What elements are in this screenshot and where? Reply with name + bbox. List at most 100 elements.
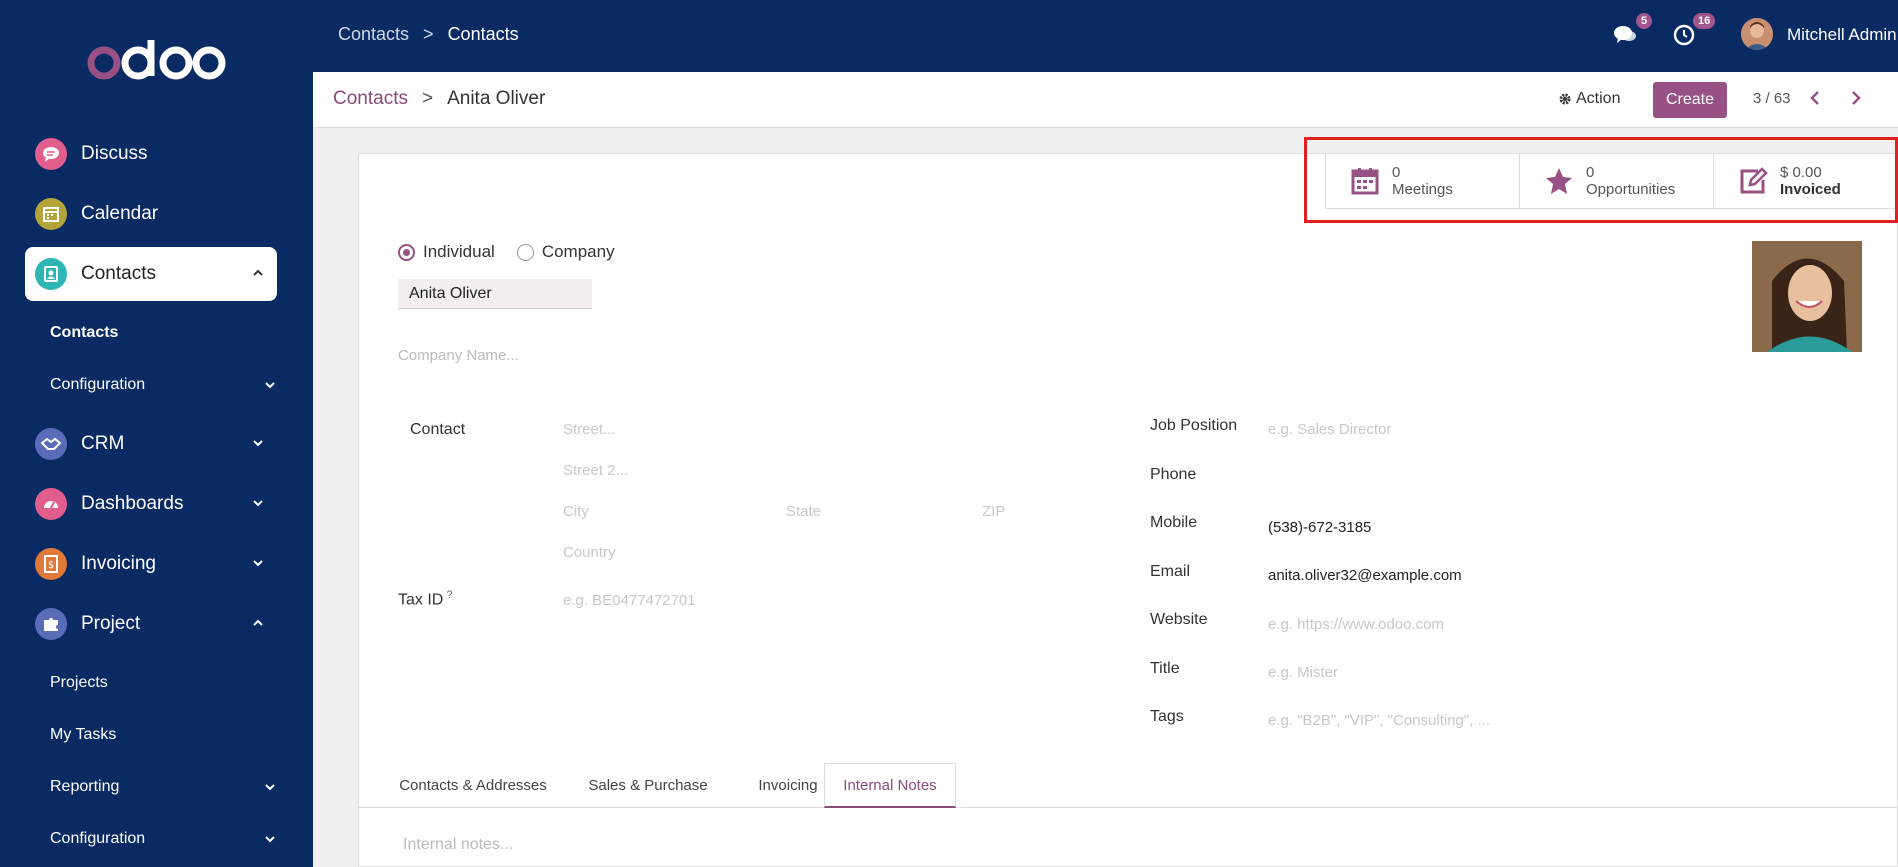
tab-internal-notes[interactable]: Internal Notes	[824, 763, 956, 808]
svg-text:$: $	[48, 560, 54, 571]
chevron-down-icon	[265, 382, 275, 389]
nav-label: Project	[81, 613, 141, 634]
tax-id-label: Tax ID?	[398, 589, 453, 609]
breadcrumb-separator: >	[421, 88, 434, 109]
street2-field[interactable]: Street 2...	[563, 462, 628, 479]
radio-individual[interactable]: Individual	[398, 242, 495, 262]
sub-my-tasks[interactable]: My Tasks	[50, 720, 277, 750]
tags-label: Tags	[1150, 708, 1184, 725]
previous-record-icon[interactable]	[1806, 88, 1826, 108]
internal-notes-field[interactable]: Internal notes...	[403, 836, 513, 854]
action-button[interactable]: Action	[1558, 90, 1620, 108]
calendar-icon	[35, 198, 67, 230]
title-field[interactable]: e.g. Mister	[1268, 664, 1338, 681]
meetings-count: 0	[1392, 164, 1401, 181]
top-breadcrumb-current[interactable]: Contacts	[448, 24, 519, 45]
puzzle-icon	[35, 608, 67, 640]
notebook-tabs: Contacts & Addresses Sales & Purchase In…	[358, 763, 1898, 808]
control-panel: Contacts > Anita Oliver Action Create 3 …	[313, 72, 1898, 128]
chevron-down-icon	[265, 836, 275, 843]
user-avatar[interactable]	[1741, 18, 1773, 50]
meetings-label: Meetings	[1392, 181, 1453, 198]
contact-photo[interactable]	[1752, 241, 1862, 352]
chevron-down-icon	[253, 560, 263, 567]
mobile-label: Mobile	[1150, 514, 1198, 531]
state-field[interactable]: State	[786, 503, 821, 520]
chevron-down-icon	[265, 784, 275, 791]
activities-badge: 16	[1693, 13, 1716, 29]
street-field[interactable]: Street...	[563, 421, 616, 438]
breadcrumb: Contacts > Anita Oliver	[333, 88, 545, 110]
nav-dashboards[interactable]: Dashboards	[25, 477, 277, 531]
invoiced-amount: $ 0.00	[1780, 164, 1822, 181]
country-field[interactable]: Country	[563, 544, 616, 561]
odoo-logo[interactable]	[86, 38, 226, 88]
opportunities-smart-button[interactable]: 0 Opportunities	[1519, 154, 1713, 209]
job-position-field[interactable]: e.g. Sales Director	[1268, 421, 1391, 438]
company-name-field[interactable]: Company Name...	[398, 347, 519, 364]
name-field[interactable]	[398, 279, 592, 309]
contacts-icon	[35, 258, 67, 290]
next-record-icon[interactable]	[1845, 88, 1865, 108]
pager-value[interactable]: 3 / 63	[1753, 90, 1791, 107]
opportunities-label: Opportunities	[1586, 181, 1676, 198]
tab-contacts-addresses[interactable]: Contacts & Addresses	[398, 763, 548, 808]
messages-icon[interactable]	[1612, 22, 1638, 48]
email-label: Email	[1150, 563, 1191, 580]
nav-label: Dashboards	[81, 493, 184, 514]
nav-calendar[interactable]: Calendar	[25, 187, 277, 241]
radio-individual-label: Individual	[423, 242, 495, 261]
opportunities-count: 0	[1586, 164, 1595, 181]
user-name[interactable]: Mitchell Admin	[1787, 25, 1897, 45]
nav-discuss[interactable]: Discuss	[25, 127, 277, 181]
nav-label: Invoicing	[81, 553, 156, 574]
chevron-up-icon	[253, 269, 263, 276]
tax-id-field[interactable]: e.g. BE0477472701	[563, 592, 696, 609]
contact-address-label: Contact	[410, 421, 466, 438]
activity-clock-icon[interactable]	[1671, 22, 1697, 48]
top-breadcrumb-separator: >	[423, 24, 434, 44]
job-position-label: Job Position	[1150, 417, 1238, 434]
action-label: Action	[1576, 90, 1621, 107]
radio-company[interactable]: Company	[516, 242, 615, 262]
breadcrumb-contacts-link[interactable]: Contacts	[333, 88, 408, 110]
nav-project[interactable]: Project	[25, 597, 277, 651]
nav-label: Contacts	[81, 263, 156, 284]
sub-reporting[interactable]: Reporting	[50, 772, 277, 802]
sub-contacts-configuration[interactable]: Configuration	[50, 370, 277, 400]
top-navbar: Contacts > Contacts 5 16 Mitchell Admin	[313, 0, 1898, 72]
tags-field[interactable]: e.g. "B2B", "VIP", "Consulting", ...	[1268, 712, 1490, 729]
radio-company-label: Company	[541, 242, 615, 261]
website-field[interactable]: e.g. https://www.odoo.com	[1268, 616, 1444, 633]
chevron-up-icon	[253, 619, 263, 626]
company-type-radio: Individual Company	[398, 242, 615, 262]
website-label: Website	[1150, 611, 1208, 628]
phone-label: Phone	[1150, 466, 1197, 483]
nav-crm[interactable]: CRM	[25, 417, 277, 471]
nav-invoicing[interactable]: $ Invoicing	[25, 537, 277, 591]
title-label: Title	[1150, 660, 1180, 677]
help-icon[interactable]: ?	[446, 589, 452, 601]
tab-invoicing[interactable]: Invoicing	[738, 763, 838, 808]
zip-field[interactable]: ZIP	[982, 503, 1005, 520]
invoice-icon: $	[35, 548, 67, 580]
calendar-icon	[1351, 168, 1379, 195]
sub-project-configuration[interactable]: Configuration	[50, 824, 277, 854]
invoiced-smart-button[interactable]: $ 0.00 Invoiced	[1713, 154, 1898, 209]
create-button[interactable]: Create	[1653, 82, 1727, 118]
page-title: Anita Oliver	[447, 88, 546, 109]
tab-sales-purchase[interactable]: Sales & Purchase	[588, 763, 708, 808]
meetings-smart-button[interactable]: 0 Meetings	[1325, 154, 1519, 209]
mobile-field[interactable]: (538)-672-3185	[1268, 519, 1371, 536]
nav-label: Calendar	[81, 203, 159, 224]
sub-projects[interactable]: Projects	[50, 668, 277, 698]
sub-contacts[interactable]: Contacts	[50, 318, 277, 348]
discuss-icon	[35, 138, 67, 170]
chevron-down-icon	[253, 440, 263, 447]
nav-contacts[interactable]: Contacts	[25, 247, 277, 301]
email-field[interactable]: anita.oliver32@example.com	[1268, 567, 1462, 584]
city-field[interactable]: City	[563, 503, 589, 520]
top-breadcrumb-root[interactable]: Contacts	[338, 24, 409, 45]
radio-checked-icon	[398, 243, 415, 261]
sidebar: Discuss Calendar Contacts Contacts Confi…	[0, 0, 313, 867]
